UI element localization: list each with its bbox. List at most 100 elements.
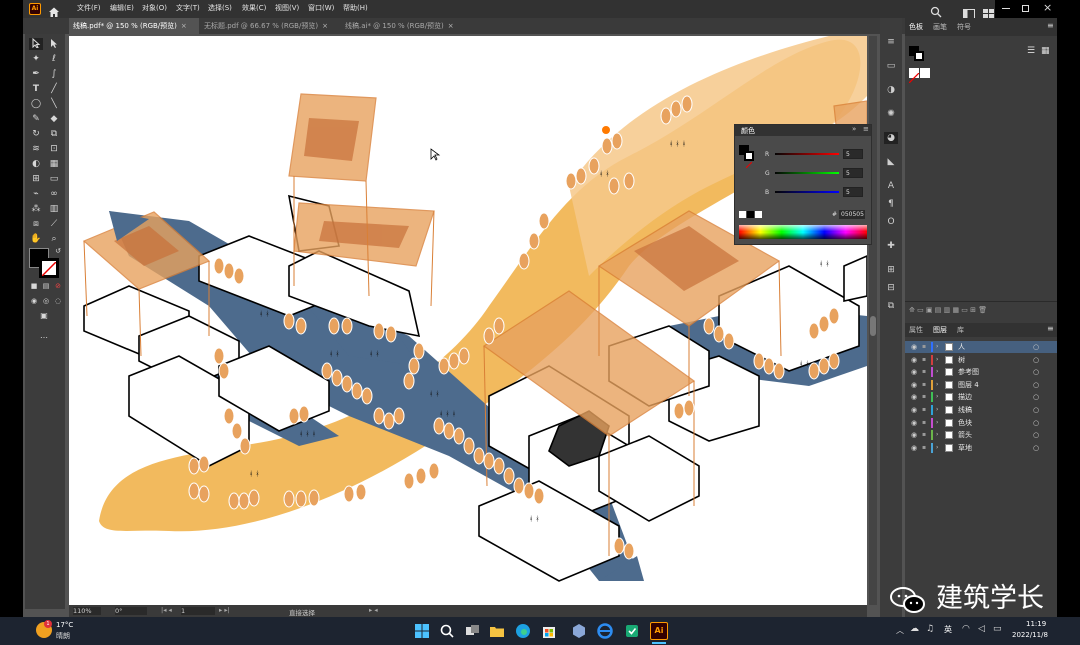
menu-effect[interactable]: 效果(C) [242, 3, 266, 13]
lock-icon[interactable]: ▪ [922, 391, 926, 403]
black-swatch-icon[interactable] [747, 211, 754, 218]
tab-close-icon[interactable]: × [322, 22, 328, 30]
tab-close-icon[interactable]: × [181, 22, 187, 30]
b-value-field[interactable]: 5 [843, 187, 863, 197]
scale-tool-icon[interactable]: ⧉ [47, 128, 61, 140]
tab-brushes[interactable]: 画笔 [933, 22, 947, 32]
swatch-registration[interactable] [920, 68, 930, 78]
battery-icon[interactable]: ▭ [993, 624, 1002, 634]
canvas-vertical-scrollbar[interactable] [869, 36, 877, 605]
lasso-icon[interactable]: ℓ [47, 53, 61, 65]
symbol-sprayer-icon[interactable]: ⁂ [29, 203, 43, 215]
more-tools-icon[interactable]: … [37, 330, 51, 342]
rotation-field[interactable]: 0° [115, 607, 147, 615]
microphone-icon[interactable]: ♫ [926, 624, 934, 634]
input-language[interactable]: 英 [944, 624, 952, 635]
rotate-tool-icon[interactable]: ↻ [29, 128, 43, 140]
target-circle-icon[interactable]: ○ [1033, 366, 1039, 378]
visibility-eye-icon[interactable]: ◉ [911, 442, 917, 454]
stroke-swatch-small[interactable] [914, 51, 924, 61]
menu-file[interactable]: 文件(F) [77, 3, 101, 13]
none-mode-icon[interactable]: ⊘ [51, 280, 65, 292]
g-value-field[interactable]: 5 [843, 168, 863, 178]
panel-menu-icon[interactable]: ≡ [884, 36, 898, 48]
visibility-eye-icon[interactable]: ◉ [911, 417, 917, 429]
menu-type[interactable]: 文字(T) [176, 3, 200, 13]
lock-icon[interactable]: ▪ [922, 429, 926, 441]
white-swatch-icon[interactable] [755, 211, 762, 218]
target-circle-icon[interactable]: ○ [1033, 391, 1039, 403]
visibility-eye-icon[interactable]: ◉ [911, 429, 917, 441]
layers-options-icon[interactable]: ≡ [1047, 324, 1054, 333]
artboard-prev-icon[interactable]: |◂ ◂ [161, 606, 172, 614]
paragraph-icon[interactable]: ¶ [884, 198, 898, 210]
eraser-tool-icon[interactable]: ◆ [47, 113, 61, 125]
tab-properties[interactable]: 属性 [909, 325, 923, 335]
color-panel-menu-icon[interactable]: ≡ [863, 125, 869, 133]
artboard-tool-icon[interactable]: ⧈ [29, 218, 43, 230]
none-swatch-icon[interactable] [739, 211, 746, 218]
graph-tool-icon[interactable]: ▥ [47, 203, 61, 215]
visibility-eye-icon[interactable]: ◉ [911, 366, 917, 378]
visibility-eye-icon[interactable]: ◉ [911, 391, 917, 403]
type-tool-icon[interactable]: T [29, 83, 43, 95]
menu-edit[interactable]: 编辑(E) [110, 3, 134, 13]
file-explorer-icon[interactable] [488, 622, 506, 640]
eyedropper-icon[interactable]: ⌁ [29, 188, 43, 200]
lock-icon[interactable]: ▪ [922, 341, 926, 353]
expand-chevron-icon[interactable]: › [936, 442, 938, 454]
mesh-tool-icon[interactable]: ⊞ [29, 173, 43, 185]
swatches-footer-icons[interactable]: ⟰ ▭ ▣ ▤ ▥ ▦ ▭ ⊞ 🗑 [909, 306, 987, 314]
visibility-eye-icon[interactable]: ◉ [911, 379, 917, 391]
g-slider[interactable] [775, 172, 839, 174]
status-mode-text[interactable]: 直接选择 [289, 607, 315, 617]
microsoft-store-icon[interactable] [540, 622, 558, 640]
hand-tool-icon[interactable]: ✋ [29, 233, 43, 245]
tab-symbols[interactable]: 符号 [957, 22, 971, 32]
hex-value-field[interactable]: 050505 [839, 210, 865, 219]
comments-icon[interactable]: ▭ [884, 60, 898, 72]
clock-date[interactable]: 2022/11/8 [1012, 631, 1048, 639]
lock-icon[interactable]: ▪ [922, 417, 926, 429]
expand-chevron-icon[interactable]: › [936, 354, 938, 366]
pen-tool-icon[interactable]: ✒ [29, 68, 43, 80]
clock-time[interactable]: 11:19 [1026, 620, 1046, 628]
swatch-none[interactable] [908, 68, 920, 84]
ellipse-tool-icon[interactable]: ◯ [29, 98, 43, 110]
close-icon[interactable]: × [1043, 1, 1052, 14]
scroll-thumb[interactable] [870, 316, 876, 336]
curvature-tool-icon[interactable]: ∫ [47, 68, 61, 80]
lock-icon[interactable]: ▪ [922, 442, 926, 454]
tab-xiangao-pdf[interactable]: 线稿.pdf* @ 150 % (RGB/预览) × [69, 18, 199, 34]
lock-icon[interactable]: ▪ [922, 404, 926, 416]
menu-select[interactable]: 选择(S) [208, 3, 232, 13]
swap-fill-stroke-icon[interactable]: ↺ [51, 245, 65, 257]
tab-untitled-pdf[interactable]: 无标题.pdf @ 66.67 % (RGB/预览) × [200, 18, 340, 34]
target-circle-icon[interactable]: ○ [1033, 404, 1039, 416]
align-icon[interactable]: ⊟ [884, 282, 898, 294]
screen-mode-icon[interactable]: ▣ [37, 310, 51, 322]
tab-close-icon[interactable]: × [448, 22, 454, 30]
zoom-field[interactable]: 110% [73, 607, 101, 615]
panel-options-icon[interactable]: ≡ [1047, 21, 1054, 30]
tab-libraries[interactable]: 库 [957, 325, 964, 335]
lock-icon[interactable]: ▪ [922, 366, 926, 378]
layer-row[interactable]: ◉ ▪ › 箭头 ○ [905, 429, 1057, 441]
selection-tool-icon[interactable] [29, 37, 43, 50]
r-value-field[interactable]: 5 [843, 149, 863, 159]
grid-view-icon[interactable]: ▦ [1041, 46, 1050, 56]
lock-icon[interactable]: ▪ [922, 379, 926, 391]
appearance-icon[interactable]: ◑ [884, 84, 898, 96]
visibility-eye-icon[interactable]: ◉ [911, 404, 917, 416]
tab-swatches[interactable]: 色板 [909, 22, 923, 32]
shaper-tool-icon[interactable]: ✎ [29, 113, 43, 125]
lock-icon[interactable]: ▪ [922, 354, 926, 366]
menu-object[interactable]: 对象(O) [142, 3, 167, 13]
transform-icon[interactable]: ⊞ [884, 264, 898, 276]
perspective-grid-icon[interactable]: ▦ [47, 158, 61, 170]
expand-chevron-icon[interactable]: › [936, 391, 938, 403]
target-circle-icon[interactable]: ○ [1033, 341, 1039, 353]
layer-row[interactable]: ◉ ▪ › 草地 ○ [905, 442, 1057, 454]
expand-chevron-icon[interactable]: › [936, 429, 938, 441]
expand-chevron-icon[interactable]: › [936, 366, 938, 378]
